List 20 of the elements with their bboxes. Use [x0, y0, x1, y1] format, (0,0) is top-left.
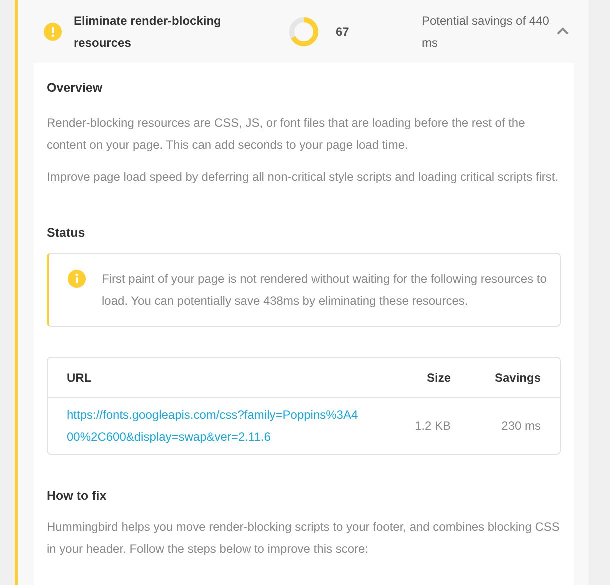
- section-heading: Status: [47, 226, 86, 241]
- caret-icon: [557, 27, 569, 36]
- column-header: Size: [426, 370, 451, 386]
- audit-title: Eliminate render-blocking resources: [74, 12, 222, 52]
- section-heading: How to fix: [47, 489, 108, 504]
- score-value: 67: [336, 24, 350, 40]
- column-header: URL: [67, 370, 93, 386]
- section-heading: Overview: [47, 81, 104, 96]
- paragraph: Render-blocking resources are CSS, JS, or font files that are loading before the rest of the content on your page. This can add seconds to your page load time.: [47, 115, 526, 154]
- paragraph: Hummingbird helps you move render-blocking scripts to your footer, and combines blocking CSS in your header. Follow the steps below to improve this score:: [47, 519, 561, 558]
- url-link[interactable]: https://fonts.googleapis.com/css?family=Poppins%3A400%2C600&display=swap&ver=2.11.6: [67, 404, 361, 448]
- warning-icon: [44, 22, 62, 40]
- table-cell-text: 1.2 KB: [414, 418, 451, 435]
- paragraph: Improve page load speed by deferring all non-critical style scripts and loading critical scripts first.: [47, 169, 560, 186]
- notice-text: First paint of your page is not rendered without waiting for the following resources to load. You can potentially save 438ms by eliminating these resources.: [102, 271, 548, 310]
- column-header: Savings: [494, 370, 541, 386]
- savings-text: Potential savings of 440 ms: [422, 12, 550, 52]
- info-icon: [68, 270, 86, 288]
- score-ring: [288, 16, 320, 48]
- table-cell-text: 230 ms: [500, 418, 541, 435]
